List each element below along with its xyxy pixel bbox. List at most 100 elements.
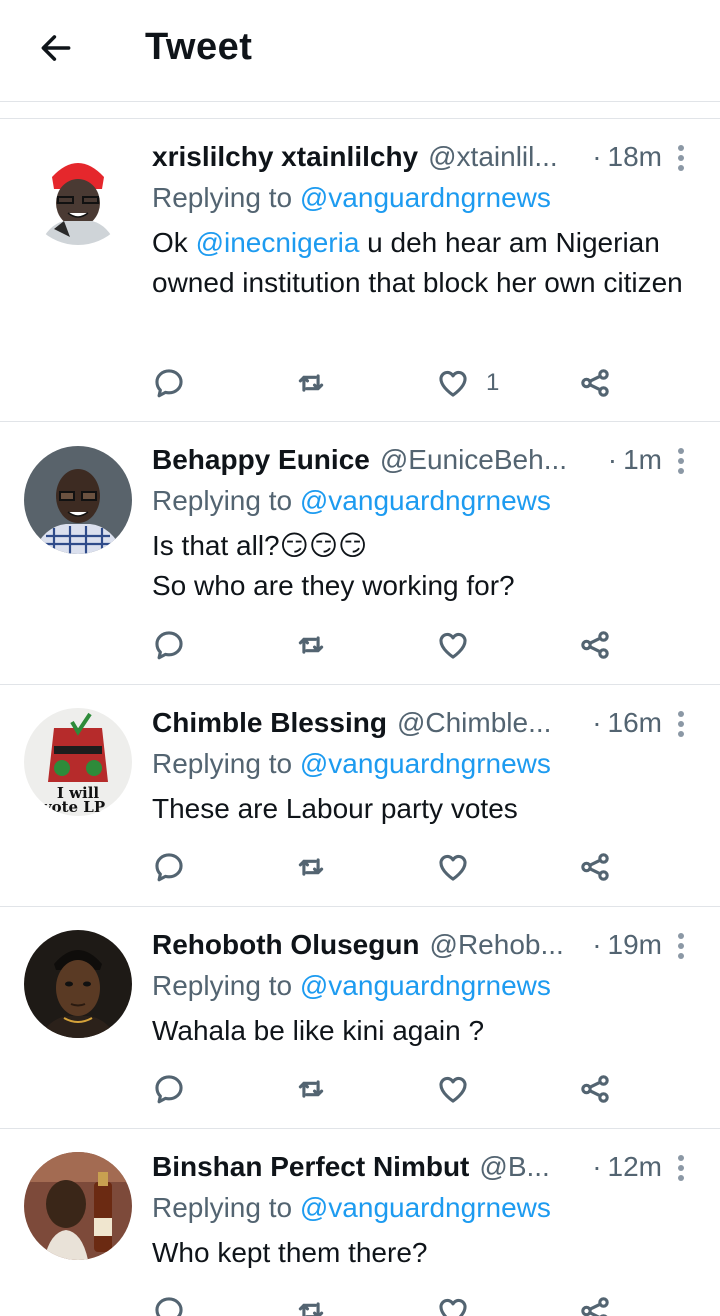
mention-link[interactable]: @vanguardngrnews	[300, 970, 551, 1001]
reply-button[interactable]	[152, 625, 186, 665]
more-vertical-icon	[678, 1155, 684, 1161]
like-count: 1	[486, 369, 500, 396]
share-icon	[581, 1297, 609, 1316]
like-button[interactable]: 1	[436, 363, 499, 403]
more-options-button[interactable]	[670, 709, 692, 739]
retweet-icon	[298, 374, 324, 392]
separator-dot: ·	[592, 707, 602, 738]
tweet-header: Chimble Blessing @Chimble... · 16m	[152, 705, 662, 741]
display-name[interactable]: Binshan Perfect Nimbut	[152, 1151, 469, 1183]
user-handle[interactable]: @B...	[479, 1151, 582, 1183]
retweet-icon	[298, 1302, 324, 1316]
display-name[interactable]: xrislilchy xtainlilchy	[152, 141, 418, 173]
retweet-button[interactable]	[294, 847, 328, 887]
more-options-button[interactable]	[670, 143, 692, 173]
share-button[interactable]	[578, 625, 612, 665]
display-name[interactable]: Behappy Eunice	[152, 444, 370, 476]
separator-dot: ·	[592, 1151, 602, 1182]
retweet-icon	[298, 858, 324, 876]
heart-icon	[439, 370, 467, 397]
timestamp[interactable]: 12m	[608, 1151, 662, 1183]
user-handle[interactable]: @xtainlil...	[428, 141, 582, 173]
reply-icon	[155, 1297, 183, 1316]
action-bar	[152, 1069, 632, 1109]
display-name[interactable]: Chimble Blessing	[152, 707, 387, 739]
mention-link[interactable]: @vanguardngrnews	[300, 1192, 551, 1223]
replying-to: Replying to @vanguardngrnews	[152, 485, 551, 516]
timestamp[interactable]: 19m	[608, 929, 662, 961]
avatar[interactable]	[24, 930, 132, 1038]
avatar[interactable]	[24, 137, 132, 245]
more-options-button[interactable]	[670, 1153, 692, 1183]
arrow-left-icon	[41, 35, 71, 61]
replying-to: Replying to @vanguardngrnews	[152, 182, 551, 213]
retweet-button[interactable]	[294, 1069, 328, 1109]
action-bar	[152, 1291, 632, 1316]
share-button[interactable]	[578, 1069, 612, 1109]
action-bar: 1	[152, 363, 632, 403]
more-options-button[interactable]	[670, 931, 692, 961]
reply-button[interactable]	[152, 1291, 186, 1316]
user-handle[interactable]: @Rehob...	[430, 929, 583, 961]
mention-link[interactable]: @vanguardngrnews	[300, 182, 551, 213]
action-bar	[152, 625, 632, 665]
display-name[interactable]: Rehoboth Olusegun	[152, 929, 420, 961]
retweet-icon	[298, 636, 324, 654]
reply-icon	[155, 369, 183, 398]
heart-icon	[439, 1076, 467, 1103]
like-button[interactable]	[436, 1069, 470, 1109]
reply-tweet[interactable]: Behappy Eunice @EuniceBeh... · 1m Replyi…	[0, 422, 720, 685]
reply-tweet[interactable]: xrislilchy xtainlilchy @xtainlil... · 18…	[0, 119, 720, 422]
reply-button[interactable]	[152, 1069, 186, 1109]
tweet-text: Who kept them there?	[152, 1237, 428, 1268]
retweet-button[interactable]	[294, 363, 328, 403]
share-button[interactable]	[578, 1291, 612, 1316]
back-button[interactable]	[34, 26, 78, 70]
reply-icon	[155, 1075, 183, 1104]
retweet-icon	[298, 1080, 324, 1098]
more-vertical-icon	[678, 145, 684, 151]
tweet-header: xrislilchy xtainlilchy @xtainlil... · 18…	[152, 139, 662, 175]
share-icon	[581, 853, 609, 881]
avatar-label: vote LP	[42, 798, 105, 816]
share-button[interactable]	[578, 363, 612, 403]
retweet-button[interactable]	[294, 625, 328, 665]
mention-link[interactable]: @vanguardngrnews	[300, 748, 551, 779]
share-icon	[581, 631, 609, 659]
more-vertical-icon	[678, 933, 684, 939]
mention-link[interactable]: @inecnigeria	[196, 227, 360, 258]
separator-dot: ·	[607, 444, 618, 475]
user-handle[interactable]: @EuniceBeh...	[380, 444, 598, 476]
tweet-text: Ok @inecnigeria u deh hear am Nigerian o…	[152, 227, 683, 298]
more-vertical-icon	[678, 448, 684, 454]
avatar[interactable]: I will vote LP	[24, 708, 132, 816]
reply-tweet[interactable]: I will vote LP Chimble Blessing @Chimble…	[0, 685, 720, 907]
mention-link[interactable]: @vanguardngrnews	[300, 485, 551, 516]
reply-tweet[interactable]: Rehoboth Olusegun @Rehob... · 19m Replyi…	[0, 907, 720, 1129]
reply-button[interactable]	[152, 847, 186, 887]
like-button[interactable]	[436, 1291, 470, 1316]
separator-dot: ·	[592, 141, 602, 172]
timestamp[interactable]: 16m	[608, 707, 662, 739]
more-vertical-icon	[678, 711, 684, 717]
retweet-button[interactable]	[294, 1291, 328, 1316]
tweet-text: Is that all?😏😏😏 So who are they working …	[152, 530, 515, 601]
like-button[interactable]	[436, 625, 470, 665]
reply-tweet[interactable]: Binshan Perfect Nimbut @B... · 12m Reply…	[0, 1129, 720, 1316]
top-app-bar: Tweet	[0, 0, 720, 102]
timestamp[interactable]: 18m	[608, 141, 662, 173]
timestamp[interactable]: 1m	[623, 444, 662, 476]
page-title: Tweet	[145, 26, 253, 68]
avatar[interactable]	[24, 446, 132, 554]
replying-to: Replying to @vanguardngrnews	[152, 1192, 551, 1223]
more-options-button[interactable]	[670, 446, 692, 476]
separator-dot: ·	[592, 929, 602, 960]
reply-button[interactable]	[152, 363, 186, 403]
action-bar	[152, 847, 632, 887]
user-handle[interactable]: @Chimble...	[397, 707, 582, 739]
share-button[interactable]	[578, 847, 612, 887]
replying-to: Replying to @vanguardngrnews	[152, 970, 551, 1001]
heart-icon	[439, 854, 467, 881]
avatar[interactable]	[24, 1152, 132, 1260]
like-button[interactable]	[436, 847, 470, 887]
